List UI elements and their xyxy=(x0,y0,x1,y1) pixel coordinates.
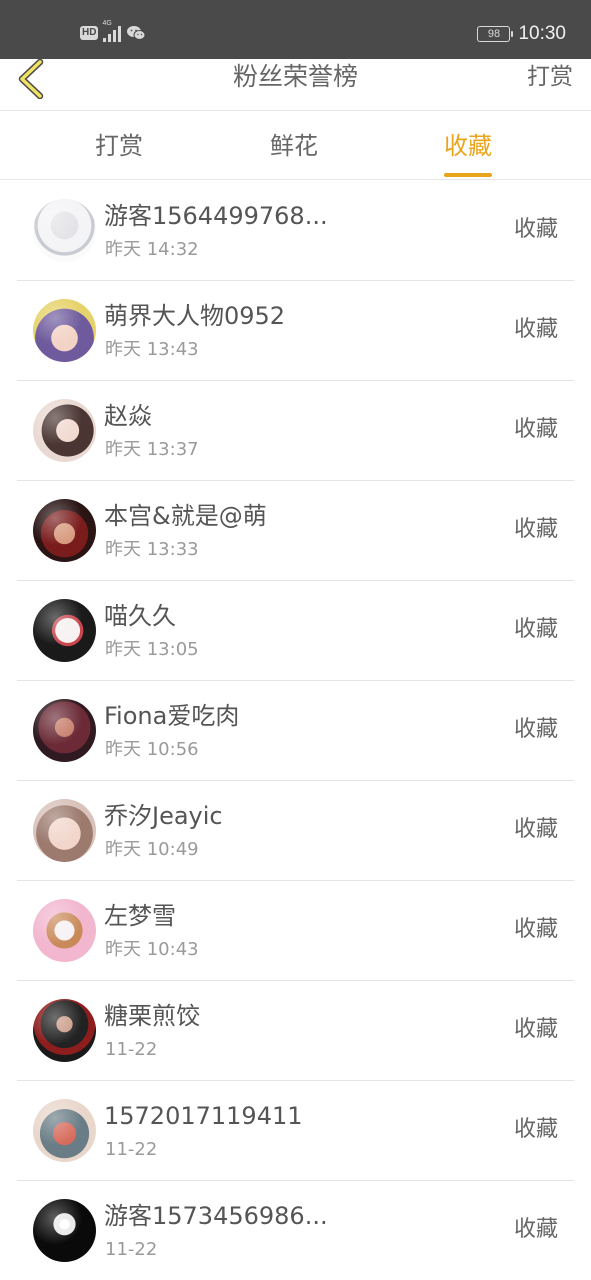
status-time: 10:30 xyxy=(518,23,566,44)
page-title: 粉丝荣誉榜 xyxy=(232,62,358,91)
tab-flowers[interactable]: 鲜花 xyxy=(270,112,318,180)
fan-action-label: 收藏 xyxy=(513,617,558,642)
list-item[interactable]: 乔汐Jeayic 昨天 10:49 收藏 xyxy=(17,781,574,881)
fan-time: 昨天 10:43 xyxy=(105,939,199,960)
list-item[interactable]: 本宫&就是@萌 昨天 13:33 收藏 xyxy=(17,481,574,581)
avatar xyxy=(33,1199,96,1262)
status-bar: HD 4G 98 10:30 xyxy=(0,0,591,59)
list-item[interactable]: 喵久久 昨天 13:05 收藏 xyxy=(17,581,574,681)
list-item[interactable]: 糖栗煎饺 11-22 收藏 xyxy=(17,981,574,1081)
fan-name: 游客1573456986... xyxy=(104,1202,328,1230)
navigation-bar: 粉丝荣誉榜 打赏 xyxy=(0,59,591,111)
fan-time: 昨天 13:37 xyxy=(105,439,199,460)
fan-action-label: 收藏 xyxy=(513,917,558,942)
fan-time: 昨天 10:56 xyxy=(105,739,199,760)
tab-bar: 打赏 鲜花 收藏 xyxy=(0,112,591,180)
fan-time: 昨天 13:05 xyxy=(105,639,199,660)
fan-action-label: 收藏 xyxy=(513,717,558,742)
avatar xyxy=(33,199,96,262)
hd-badge: HD xyxy=(80,26,99,40)
tab-reward[interactable]: 打赏 xyxy=(95,112,143,180)
fan-action-label: 收藏 xyxy=(513,1017,558,1042)
avatar xyxy=(33,999,96,1062)
status-indicators-left: HD 4G xyxy=(80,20,146,42)
avatar xyxy=(33,299,96,362)
fan-name: 赵焱 xyxy=(104,402,152,430)
fan-name: Fiona爱吃肉 xyxy=(104,702,240,730)
fan-name: 喵久久 xyxy=(104,602,176,630)
fan-name: 萌界大人物0952 xyxy=(104,302,286,330)
fan-name: 糖栗煎饺 xyxy=(104,1002,200,1030)
fan-name: 游客1564499768... xyxy=(104,202,328,230)
fan-time: 11-22 xyxy=(105,1239,158,1260)
list-item[interactable]: 游客1573456986... 11-22 收藏 xyxy=(17,1181,574,1280)
fan-name: 1572017119411 xyxy=(104,1102,303,1130)
list-item[interactable]: 游客1564499768... 昨天 14:32 收藏 xyxy=(17,181,574,281)
avatar xyxy=(33,799,96,862)
avatar xyxy=(33,399,96,462)
fan-time: 昨天 13:33 xyxy=(105,539,199,560)
fan-action-label: 收藏 xyxy=(513,1217,558,1242)
fan-action-label: 收藏 xyxy=(513,817,558,842)
list-item[interactable]: 萌界大人物0952 昨天 13:43 收藏 xyxy=(17,281,574,381)
avatar xyxy=(33,599,96,662)
wechat-icon xyxy=(127,26,146,40)
fan-action-label: 收藏 xyxy=(513,317,558,342)
avatar xyxy=(33,699,96,762)
fan-name: 本宫&就是@萌 xyxy=(104,502,267,530)
list-item[interactable]: Fiona爱吃肉 昨天 10:56 收藏 xyxy=(17,681,574,781)
signal-icon: 4G xyxy=(102,20,122,42)
avatar xyxy=(33,1099,96,1162)
network-type-label: 4G xyxy=(102,20,112,27)
fan-action-label: 收藏 xyxy=(513,517,558,542)
battery-icon: 98 xyxy=(477,26,514,42)
fan-action-label: 收藏 xyxy=(513,217,558,242)
status-indicators-right: 98 10:30 xyxy=(477,23,566,45)
list-item[interactable]: 左梦雪 昨天 10:43 收藏 xyxy=(17,881,574,981)
fan-time: 11-22 xyxy=(105,1039,158,1060)
fan-list: 游客1564499768... 昨天 14:32 收藏 萌界大人物0952 昨天… xyxy=(0,181,591,1280)
avatar xyxy=(33,899,96,962)
list-item[interactable]: 1572017119411 11-22 收藏 xyxy=(17,1081,574,1181)
battery-level: 98 xyxy=(487,28,501,40)
tab-favorites[interactable]: 收藏 xyxy=(444,112,492,180)
fan-action-label: 收藏 xyxy=(513,417,558,442)
fan-time: 昨天 14:32 xyxy=(105,239,199,260)
avatar xyxy=(33,499,96,562)
fan-time: 11-22 xyxy=(105,1139,158,1160)
list-item[interactable]: 赵焱 昨天 13:37 收藏 xyxy=(17,381,574,481)
fan-time: 昨天 10:49 xyxy=(105,839,199,860)
fan-name: 乔汐Jeayic xyxy=(104,802,223,830)
fan-time: 昨天 13:43 xyxy=(105,339,199,360)
fan-action-label: 收藏 xyxy=(513,1117,558,1142)
fan-name: 左梦雪 xyxy=(104,902,176,930)
reward-button[interactable]: 打赏 xyxy=(527,59,573,95)
